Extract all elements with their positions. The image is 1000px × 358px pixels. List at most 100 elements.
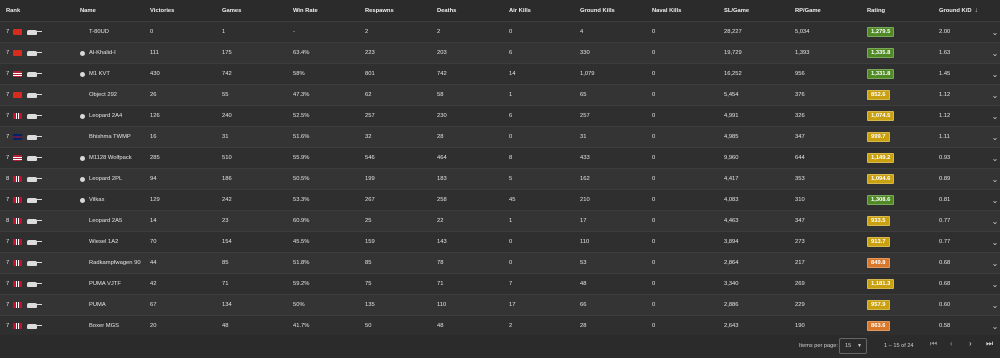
rank-value: 7 xyxy=(6,134,10,140)
table-row[interactable]: 7 Boxer MGS 20 48 41.7% 50 48 2 28 0 2,643 190 863.6… xyxy=(0,316,1000,337)
table-row[interactable]: 7 Object 292 26 55 47.3% 62 58 1 65 0 5,454 376 852.… xyxy=(0,85,1000,106)
table-row[interactable]: 7 Wiesel 1A2 70 154 45.5% 159 143 0 110 0 3,894 273… xyxy=(0,232,1000,253)
ground-kd-cell: 1.12 xyxy=(939,113,951,119)
rank-cell: 7 xyxy=(6,43,76,63)
table-row[interactable]: 7 T-80UD 0 1 - 2 2 0 4 0 28,227 5,034 1,279.5 2.00 ⌄ xyxy=(0,22,1000,43)
victories-cell: 14 xyxy=(150,218,157,224)
naval-kills-cell: 0 xyxy=(652,197,656,203)
victories-cell: 44 xyxy=(150,260,157,266)
header-name[interactable]: Name xyxy=(80,0,148,21)
victories-cell: 70 xyxy=(150,239,157,245)
rank-value: 7 xyxy=(6,113,10,119)
deaths-cell: 48 xyxy=(437,323,444,329)
ground-kd-cell: 0.68 xyxy=(939,260,951,266)
table-row[interactable]: 7 M1 KVT 430 742 58% 801 742 14 1,079 0 16,252 956 1… xyxy=(0,64,1000,85)
header-respawns[interactable]: Respawns xyxy=(365,0,435,21)
rating-badge: 1,331.8 xyxy=(867,69,895,79)
table-row[interactable]: 7 PUMA 67 134 50% 135 110 17 66 0 2,886 229 957.9 0.6… xyxy=(0,295,1000,316)
naval-kills-cell: 0 xyxy=(652,92,656,98)
table-row[interactable]: 7 Al-Khalid-I 111 175 63.4% 223 203 6 330 0 19,729… xyxy=(0,43,1000,64)
expand-row-button[interactable]: ⌄ xyxy=(990,274,1000,294)
table-row[interactable]: 8 Leopard 2A5 14 23 60.9% 25 22 1 17 0 4,463 347 933… xyxy=(0,211,1000,232)
header-ground-kills[interactable]: Ground Kills xyxy=(580,0,650,21)
naval-kills-cell: 0 xyxy=(652,176,656,182)
header-deaths[interactable]: Deaths xyxy=(437,0,507,21)
expand-row-button[interactable]: ⌄ xyxy=(990,253,1000,273)
vehicle-name-cell: Al-Khalid-I xyxy=(80,43,148,63)
expand-row-button[interactable]: ⌄ xyxy=(990,64,1000,84)
rank-value: 7 xyxy=(6,323,10,329)
chevron-left-icon[interactable]: ‹ xyxy=(950,339,953,348)
naval-kills-cell: 0 xyxy=(652,218,656,224)
tank-icon xyxy=(27,239,42,245)
header-games[interactable]: Games xyxy=(222,0,292,21)
rank-cell: 7 xyxy=(6,148,76,168)
expand-row-button[interactable]: ⌄ xyxy=(990,190,1000,210)
expand-row-button[interactable]: ⌄ xyxy=(990,127,1000,147)
header-rank[interactable]: Rank xyxy=(6,0,76,21)
sl-game-cell: 4,463 xyxy=(724,218,739,224)
table-row[interactable]: 7 Leopard 2A4 126 240 52.5% 257 230 6 257 0 4,991 3… xyxy=(0,106,1000,127)
rp-game-cell: 1,393 xyxy=(795,50,810,56)
victories-cell: 26 xyxy=(150,92,157,98)
header-rp-game[interactable]: RP/Game xyxy=(795,0,865,21)
rp-game-cell: 310 xyxy=(795,197,805,203)
naval-kills-cell: 0 xyxy=(652,260,656,266)
header-naval-kills[interactable]: Naval Kills xyxy=(652,0,722,21)
flag-icon xyxy=(13,239,22,245)
ground-kills-cell: 162 xyxy=(580,176,590,182)
rank-value: 7 xyxy=(6,281,10,287)
header-ground-kd[interactable]: Ground K/D ↓ xyxy=(939,0,984,21)
vehicle-name-cell: M1 KVT xyxy=(80,64,148,84)
flag-icon xyxy=(13,29,22,35)
header-ground-kd-label: Ground K/D xyxy=(939,7,972,14)
expand-row-button[interactable]: ⌄ xyxy=(990,169,1000,189)
table-row[interactable]: 7 M1128 Wolfpack 285 510 55.9% 546 464 8 433 0 9,9… xyxy=(0,148,1000,169)
deaths-cell: 230 xyxy=(437,113,447,119)
header-rating[interactable]: Rating xyxy=(867,0,937,21)
expand-row-button[interactable]: ⌄ xyxy=(990,43,1000,63)
vehicle-name-cell: Wiesel 1A2 xyxy=(80,232,148,252)
victories-cell: 42 xyxy=(150,281,157,287)
respawns-cell: 62 xyxy=(365,92,372,98)
ground-kills-cell: 53 xyxy=(580,260,587,266)
expand-row-button[interactable]: ⌄ xyxy=(990,316,1000,336)
header-win-rate[interactable]: Win Rate xyxy=(293,0,363,21)
sl-game-cell: 4,991 xyxy=(724,113,739,119)
games-cell: 55 xyxy=(222,92,229,98)
tank-icon xyxy=(27,92,42,98)
sl-game-cell: 2,864 xyxy=(724,260,739,266)
items-per-page-select[interactable]: 15 ▼ xyxy=(839,338,867,354)
expand-row-button[interactable]: ⌄ xyxy=(990,232,1000,252)
rating-badge: 957.9 xyxy=(867,300,890,310)
expand-row-button[interactable]: ⌄ xyxy=(990,211,1000,231)
games-cell: 186 xyxy=(222,176,232,182)
expand-row-button[interactable]: ⌄ xyxy=(990,295,1000,315)
table-row[interactable]: 7 Radkampfwagen 90 44 85 51.8% 85 78 0 53 0 2,864 2… xyxy=(0,253,1000,274)
table-row[interactable]: 7 Bhishma TWMP 16 31 51.6% 32 28 0 31 0 4,985 347 99… xyxy=(0,127,1000,148)
deaths-cell: 258 xyxy=(437,197,447,203)
flag-icon xyxy=(13,260,22,266)
ground-kills-cell: 330 xyxy=(580,50,590,56)
table-row[interactable]: 7 Vilkas 129 242 53.3% 267 258 45 210 0 4,083 310 1,… xyxy=(0,190,1000,211)
expand-row-button[interactable]: ⌄ xyxy=(990,22,1000,42)
table-row[interactable]: 8 Leopard 2PL 94 186 50.5% 199 183 5 162 0 4,417 35… xyxy=(0,169,1000,190)
expand-row-button[interactable]: ⌄ xyxy=(990,148,1000,168)
header-sl-game[interactable]: SL/Game xyxy=(724,0,794,21)
rank-value: 8 xyxy=(6,176,10,182)
arrow-down-icon[interactable]: ↓ xyxy=(975,7,979,14)
header-air-kills[interactable]: Air Kills xyxy=(509,0,579,21)
last-page-icon[interactable]: ⏭ xyxy=(986,339,993,349)
table-row[interactable]: 7 PUMA VJTF 42 71 59.2% 75 71 7 48 0 3,340 269 1,181… xyxy=(0,274,1000,295)
chevron-right-icon[interactable]: › xyxy=(969,339,972,348)
tank-icon xyxy=(27,323,42,329)
header-victories[interactable]: Victories xyxy=(150,0,220,21)
rank-cell: 7 xyxy=(6,85,76,105)
vehicle-name: Al-Khalid-I xyxy=(89,50,116,56)
rank-cell: 7 xyxy=(6,190,76,210)
expand-row-button[interactable]: ⌄ xyxy=(990,106,1000,126)
expand-row-button[interactable]: ⌄ xyxy=(990,85,1000,105)
rating-cell: 999.7 xyxy=(867,127,937,147)
ground-kills-cell: 28 xyxy=(580,323,587,329)
first-page-icon[interactable]: ⏮ xyxy=(930,339,937,349)
